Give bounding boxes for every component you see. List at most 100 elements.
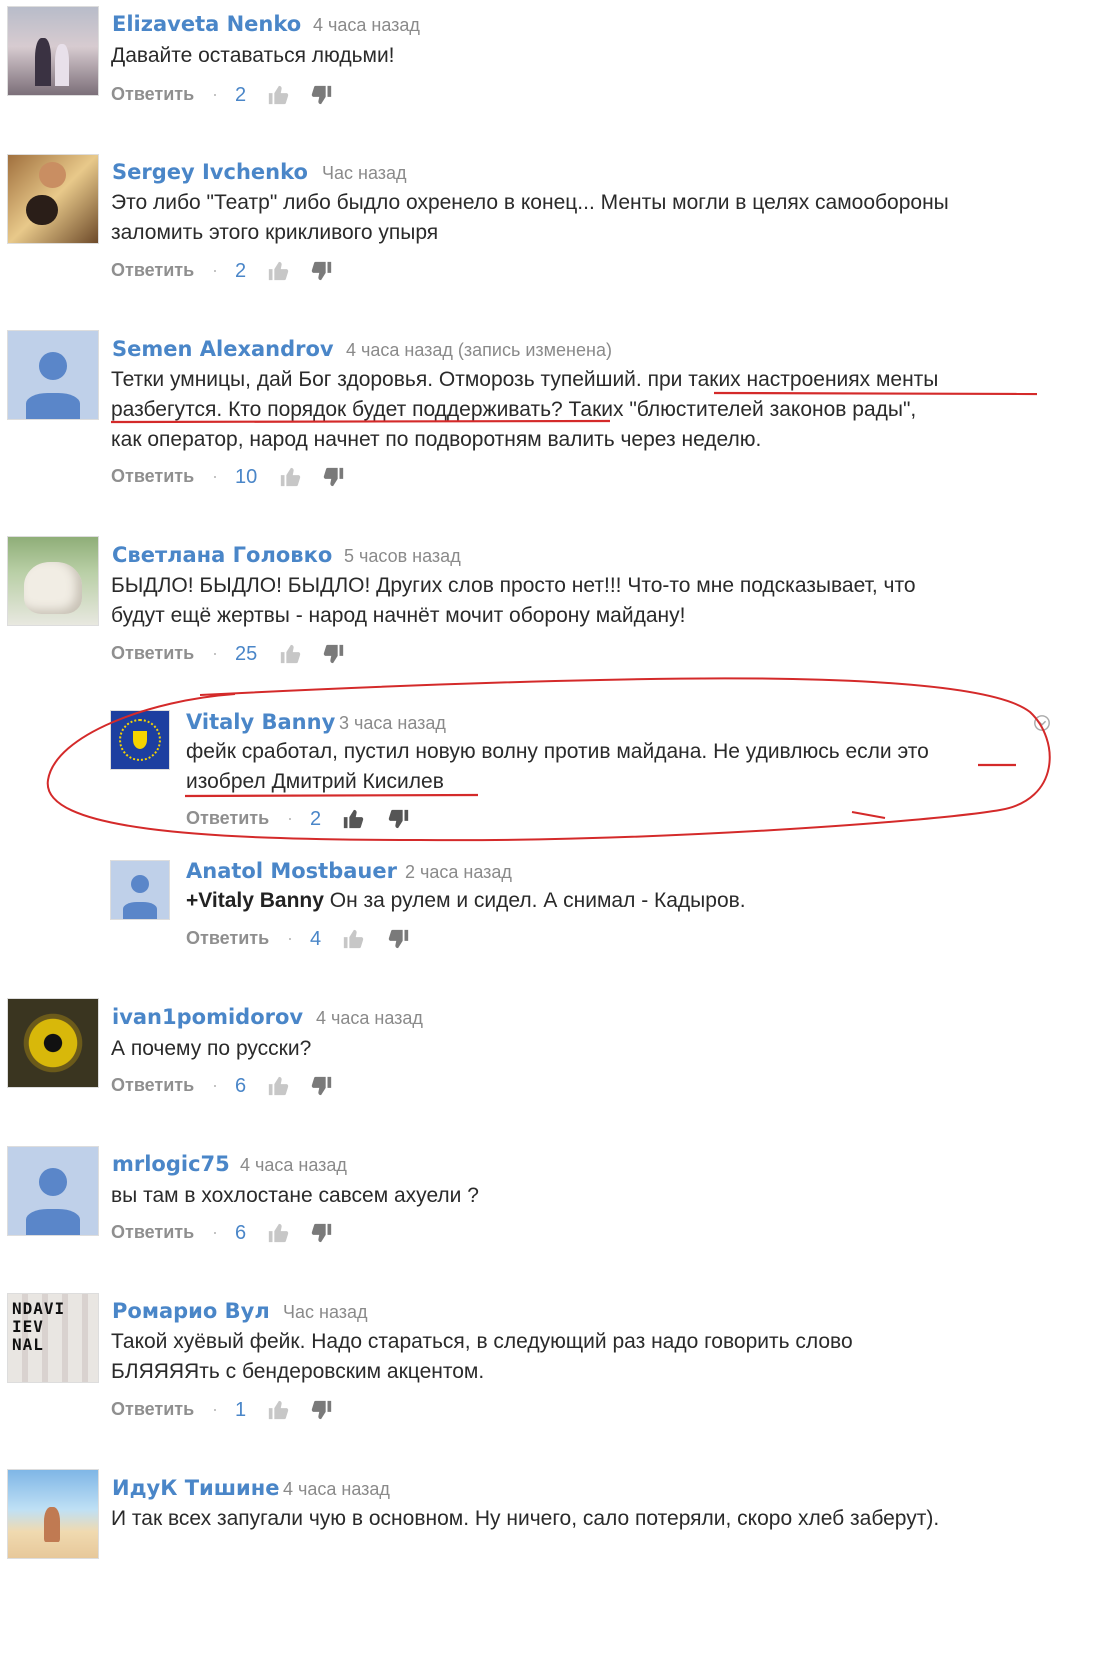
comment-text-line: заломить этого крикливого упыря — [111, 221, 439, 244]
comment-text: Такой хуёвый фейк. Надо стараться, в сле… — [111, 1327, 853, 1387]
like-count: 10 — [235, 466, 258, 488]
thumbs-down-icon[interactable] — [311, 1222, 333, 1244]
thumbs-down-icon[interactable] — [323, 466, 345, 488]
like-count: 1 — [235, 1399, 247, 1421]
comment-time[interactable]: 4 часа назад — [283, 1479, 390, 1500]
comment-text-line: БЫДЛО! БЫДЛО! БЫДЛО! Других слов просто … — [111, 574, 916, 597]
thumbs-up-icon[interactable] — [267, 1075, 289, 1097]
thumbs-down-icon[interactable] — [311, 1399, 333, 1421]
comment-text: Давайте оставаться людьми! — [111, 41, 395, 71]
comment-text-line: разбегутся. Кто порядок будет поддержива… — [111, 398, 917, 421]
comment-author[interactable]: Sergey Ivchenko — [112, 160, 308, 184]
comment-text-line: Это либо "Театр" либо быдло охренело в к… — [111, 191, 949, 214]
thumbs-up-icon[interactable] — [279, 643, 301, 665]
comment-text-line: фейк сработал, пустил новую волну против… — [186, 740, 929, 763]
separator-dot: · — [287, 808, 293, 828]
avatar[interactable] — [7, 998, 99, 1088]
like-count: 2 — [235, 260, 247, 282]
like-count: 25 — [235, 643, 258, 665]
comment-author[interactable]: Elizaveta Nenko — [112, 12, 301, 36]
thumbs-down-icon[interactable] — [311, 84, 333, 106]
separator-dot: · — [212, 466, 218, 486]
comment-author[interactable]: Светлана Головко — [112, 543, 332, 567]
thumbs-up-icon[interactable] — [267, 84, 289, 106]
thumbs-down-icon[interactable] — [323, 643, 345, 665]
reply-button[interactable]: Ответить — [111, 260, 194, 281]
thumbs-up-icon[interactable] — [279, 466, 301, 488]
separator-dot: · — [287, 928, 293, 948]
thumbs-up-icon[interactable] — [342, 808, 364, 830]
reply-button[interactable]: Ответить — [111, 1399, 194, 1420]
comment-text: +Vitaly Banny Он за рулем и сидел. А сни… — [186, 886, 746, 916]
comment-time[interactable]: 3 часа назад — [339, 713, 446, 734]
reply-button[interactable]: Ответить — [111, 84, 194, 105]
comment-time[interactable]: 4 часа назад — [316, 1008, 423, 1029]
comment-text-line: А почему по русски? — [111, 1037, 312, 1060]
like-count: 4 — [310, 928, 322, 950]
reply-button[interactable]: Ответить — [111, 1075, 194, 1096]
avatar[interactable] — [110, 860, 170, 920]
reply-button[interactable]: Ответить — [111, 1222, 194, 1243]
like-count: 6 — [235, 1075, 247, 1097]
separator-dot: · — [212, 1399, 218, 1419]
avatar[interactable]: NDAVI IEV NAL — [7, 1293, 99, 1383]
comment-author[interactable]: ИдуК Тишине — [112, 1476, 280, 1500]
thumbs-down-icon[interactable] — [311, 1075, 333, 1097]
like-count: 2 — [310, 808, 322, 830]
comment-text-line: Такой хуёвый фейк. Надо стараться, в сле… — [111, 1330, 853, 1353]
user-mention-link[interactable]: +Vitaly Banny — [186, 889, 324, 912]
like-count: 6 — [235, 1222, 247, 1244]
comment-time[interactable]: 5 часов назад — [344, 546, 461, 567]
separator-dot: · — [212, 84, 218, 104]
reply-button[interactable]: Ответить — [186, 928, 269, 949]
reply-button[interactable]: Ответить — [111, 466, 194, 487]
thumbs-down-icon[interactable] — [388, 928, 410, 950]
comment-text: фейк сработал, пустил новую волну против… — [186, 737, 929, 797]
thumbs-up-icon[interactable] — [267, 1222, 289, 1244]
comment-author[interactable]: Anatol Mostbauer — [186, 859, 397, 883]
avatar[interactable] — [7, 1469, 99, 1559]
thumbs-up-icon[interactable] — [267, 1399, 289, 1421]
avatar[interactable] — [7, 154, 99, 244]
comment-time[interactable]: 2 часа назад — [405, 862, 512, 883]
thumbs-down-icon[interactable] — [311, 260, 333, 282]
comment-text: И так всех запугали чую в основном. Ну н… — [111, 1504, 939, 1534]
comment-author[interactable]: ivan1pomidorov — [112, 1005, 303, 1029]
comments-page: Elizaveta Nenko 4 часа назад Давайте ост… — [0, 0, 1113, 1666]
comment-author[interactable]: Semen Alexandrov — [112, 337, 334, 361]
comment-text-line: И так всех запугали чую в основном. Ну н… — [111, 1507, 940, 1530]
comment-time[interactable]: Час назад — [322, 163, 407, 184]
avatar-poster-text: NDAVI IEV NAL — [12, 1299, 66, 1354]
separator-dot: · — [212, 1075, 218, 1095]
comment-author[interactable]: Vitaly Banny — [186, 710, 335, 734]
thumbs-up-icon[interactable] — [342, 928, 364, 950]
comment-text-line: изобрел Дмитрий Кисилев — [186, 770, 444, 793]
avatar[interactable] — [7, 536, 99, 626]
comment-text: Это либо "Театр" либо быдло охренело в к… — [111, 188, 949, 248]
separator-dot: · — [212, 1222, 218, 1242]
comment-text-line: Тетки умницы, дай Бог здоровья. Отморозь… — [111, 368, 939, 391]
thumbs-down-icon[interactable] — [388, 808, 410, 830]
separator-dot: · — [212, 260, 218, 280]
avatar[interactable] — [7, 6, 99, 96]
avatar[interactable] — [7, 330, 99, 420]
annotation-tail — [851, 811, 886, 819]
comment-author[interactable]: Ромарио Вул — [112, 1299, 270, 1323]
comment-time[interactable]: 4 часа назад (запись изменена) — [346, 340, 612, 361]
settings-icon[interactable] — [1033, 714, 1051, 732]
reply-button[interactable]: Ответить — [111, 643, 194, 664]
comment-text-line: будут ещё жертвы - народ начнёт мочит об… — [111, 604, 686, 627]
thumbs-up-icon[interactable] — [267, 260, 289, 282]
comment-text-line: Он за рулем и сидел. А снимал - Кадыров. — [323, 889, 746, 912]
comment-text-line: БЛЯЯЯЯть с бендеровским акцентом. — [111, 1360, 485, 1383]
reply-button[interactable]: Ответить — [186, 808, 269, 829]
comment-text-line: как оператор, народ начнет по подворотня… — [111, 428, 762, 451]
comment-time[interactable]: Час назад — [283, 1302, 368, 1323]
avatar[interactable] — [110, 710, 170, 770]
comment-time[interactable]: 4 часа назад — [313, 15, 420, 36]
comment-author[interactable]: mrlogic75 — [112, 1152, 230, 1176]
comment-time[interactable]: 4 часа назад — [240, 1155, 347, 1176]
comment-text: вы там в хохлостане савсем ахуели ? — [111, 1181, 479, 1211]
avatar[interactable] — [7, 1146, 99, 1236]
comment-text-line: вы там в хохлостане савсем ахуели ? — [111, 1184, 479, 1207]
